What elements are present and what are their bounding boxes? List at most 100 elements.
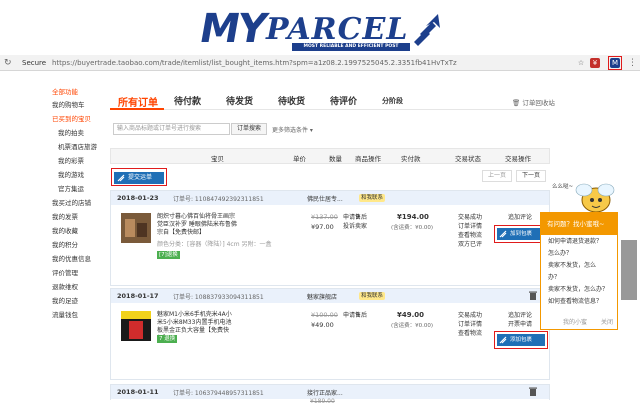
sidebar-item-bought[interactable]: 已买到的宝贝 [52, 115, 91, 123]
myparcel-extension-icon[interactable]: M [610, 58, 620, 68]
helper-footer-link[interactable]: 我的小蜜 [563, 317, 587, 326]
product-attributes: 颜色分类：[容器（降陆）] 4cm 另附：一盒 [157, 241, 272, 248]
original-price: ¥189.00 [310, 398, 335, 405]
unit-price: ¥49.00 [311, 321, 334, 329]
add-to-parcel-button[interactable]: 添加包裹 [497, 334, 545, 346]
order-header: 2018-01-23 订单号: 110847492392311851 佛民仕居专… [111, 191, 549, 205]
side-toolbar[interactable] [621, 240, 637, 300]
menu-icon[interactable]: ⋮ [628, 58, 637, 68]
invoice-request-link[interactable]: 开票申请 [508, 320, 532, 329]
more-filter-link[interactable]: 更多筛选条件 ▾ [272, 125, 313, 134]
contact-seller-button[interactable]: 和我联系 [359, 194, 386, 202]
product-title[interactable]: 朗炽寸暮心佛百仙将骨王画宗觉臣汉补罗 睡眼佛陆米布鲁佛宗自【免费快邮】 [157, 213, 237, 237]
tab-all-orders[interactable]: 所有订单 [118, 94, 158, 109]
myparcel-banner: MY PARCEL MOST RELIABLE AND EFFICIENT PO… [0, 0, 640, 55]
contact-seller-button[interactable]: 和我联系 [359, 292, 386, 300]
add-review-link[interactable]: 追加评论 [508, 311, 532, 320]
add-review-link[interactable]: 追加评论 [508, 213, 532, 222]
col-status: 交易状态 [455, 155, 481, 163]
trade-status: 交易成功 [458, 214, 483, 221]
sidebar-item-all-functions[interactable]: 全部功能 [52, 88, 78, 96]
col-paid: 实付款 [401, 155, 421, 163]
tab-active-underline [110, 108, 164, 110]
logo-arrows-icon [414, 14, 440, 46]
shop-name[interactable]: 接行正品家... [307, 388, 343, 397]
sidebar-item-reviews[interactable]: 评价管理 [52, 269, 78, 277]
order-date: 2018-01-23 [117, 194, 159, 202]
col-quantity: 数量 [329, 155, 342, 163]
logo-my: MY [195, 6, 269, 52]
order-table-header: 宝贝 单价 数量 商品操作 实付款 交易状态 交易操作 [110, 148, 550, 164]
helper-question[interactable]: 卖家不发货，怎么 [548, 262, 596, 270]
delete-order-icon[interactable] [529, 291, 537, 300]
sidebar-item-lottery[interactable]: 我的彩票 [58, 157, 84, 165]
shop-name[interactable]: 佛民仕居专... [307, 194, 343, 203]
sidebar-item-data-wallet[interactable]: 流量钱包 [52, 311, 78, 319]
helper-question[interactable]: 如何查看物流信息？ [548, 298, 602, 306]
tab-pending-shipment[interactable]: 待发货 [226, 94, 253, 107]
order-tabs: 所有订单 待付款 待发货 待收货 待评价 分阶段 [110, 92, 550, 110]
myparcel-arrows-icon [117, 174, 125, 182]
sidebar-item-invoice[interactable]: 我的发票 [52, 213, 78, 221]
sidebar: 全部功能 我的购物车 已买到的宝贝 我的拍卖 机票酒店旅游 我的彩票 我的游戏 … [0, 71, 102, 400]
shipping-fee: (含运费：¥0.00) [391, 225, 434, 231]
sidebar-item-refunds[interactable]: 退款维权 [52, 283, 78, 291]
product-thumbnail[interactable] [121, 311, 151, 341]
prev-page-button[interactable]: 上一页 [482, 170, 512, 182]
submit-waybill-button[interactable]: 提交运单 [114, 172, 164, 184]
return-badge: [7]退换 [157, 251, 180, 259]
delete-order-icon[interactable] [529, 387, 537, 396]
extension-icon[interactable]: ¥ [590, 58, 600, 68]
order-card: 2018-01-23 订单号: 110847492392311851 佛民仕居专… [110, 190, 550, 286]
order-date: 2018-01-11 [117, 388, 159, 396]
helper-question[interactable]: 卖家不发货，怎么办？ [548, 286, 608, 294]
view-logistics-link[interactable]: 查看物流 [458, 329, 482, 338]
add-to-parcel-button[interactable]: 加到包裹 [497, 228, 545, 240]
shop-name[interactable]: 魅家旗舰店 [307, 292, 337, 301]
sidebar-item-points[interactable]: 我的积分 [52, 241, 78, 249]
order-details-link[interactable]: 订单详情 [458, 320, 482, 329]
helper-body: 如何申请退货退款？ 怎么办？ 卖家不发货，怎么 办？ 卖家不发货，怎么办？ 如何… [545, 238, 615, 328]
bookmark-star-icon[interactable]: ☆ [576, 58, 586, 68]
sidebar-item-travel[interactable]: 机票酒店旅游 [58, 143, 97, 151]
unit-price: ¥97.00 [311, 223, 334, 231]
sidebar-item-games[interactable]: 我的游戏 [58, 171, 84, 179]
next-page-button[interactable]: 下一页 [516, 170, 546, 182]
helper-close-button[interactable]: 关闭 [601, 317, 613, 326]
sidebar-item-consolidation[interactable]: 官方集运 [58, 185, 84, 193]
after-sales-link[interactable]: 申请售后 [343, 213, 367, 222]
sidebar-item-auction[interactable]: 我的拍卖 [58, 129, 84, 137]
order-details-link[interactable]: 订单详情 [458, 222, 482, 231]
tab-pending-payment[interactable]: 待付款 [174, 94, 201, 107]
order-date: 2018-01-17 [117, 292, 159, 300]
order-number: 订单号: 106379448957311851 [173, 390, 264, 397]
helper-question[interactable]: 怎么办？ [548, 250, 572, 258]
sidebar-item-favorites[interactable]: 我的收藏 [52, 227, 78, 235]
tab-staged[interactable]: 分阶段 [382, 96, 403, 106]
url-field[interactable]: https://buyertrade.taobao.com/trade/item… [52, 58, 457, 68]
helper-question[interactable]: 办？ [548, 274, 560, 282]
recycle-bin-link[interactable]: 🗑 订单回收站 [512, 97, 555, 107]
order-total: ¥194.00 [397, 213, 429, 221]
order-search-input[interactable]: 输入商品标题或订单号进行搜索 [113, 123, 230, 135]
tab-pending-review[interactable]: 待评价 [330, 94, 357, 107]
product-thumbnail[interactable] [121, 213, 151, 243]
order-total: ¥49.00 [397, 311, 425, 319]
tab-pending-receipt[interactable]: 待收货 [278, 94, 305, 107]
col-unit-price: 单价 [293, 155, 306, 163]
order-card: 2018-01-17 订单号: 108837933094311851 魅家旗舰店… [110, 288, 550, 380]
complain-link[interactable]: 投诉卖家 [343, 222, 367, 231]
view-logistics-link[interactable]: 查看物流 [458, 231, 482, 240]
after-sales-link[interactable]: 申请售后 [343, 311, 367, 320]
sidebar-item-cart[interactable]: 我的购物车 [52, 101, 85, 109]
return-badge: 7 退换 [157, 335, 178, 343]
reload-icon[interactable]: ↻ [4, 58, 12, 68]
myparcel-arrows-icon [499, 230, 507, 238]
col-item-actions: 商品操作 [355, 155, 381, 163]
helper-question[interactable]: 如何申请退货退款？ [548, 238, 602, 246]
sidebar-item-coupons[interactable]: 我的优惠信息 [52, 255, 91, 263]
sidebar-item-footprint[interactable]: 我的足迹 [52, 297, 78, 305]
helper-header[interactable]: 有问题？找小蜜哦~ [541, 213, 617, 235]
sidebar-item-shops[interactable]: 我买过的店铺 [52, 199, 91, 207]
order-search-button[interactable]: 订单搜索 [231, 123, 267, 135]
